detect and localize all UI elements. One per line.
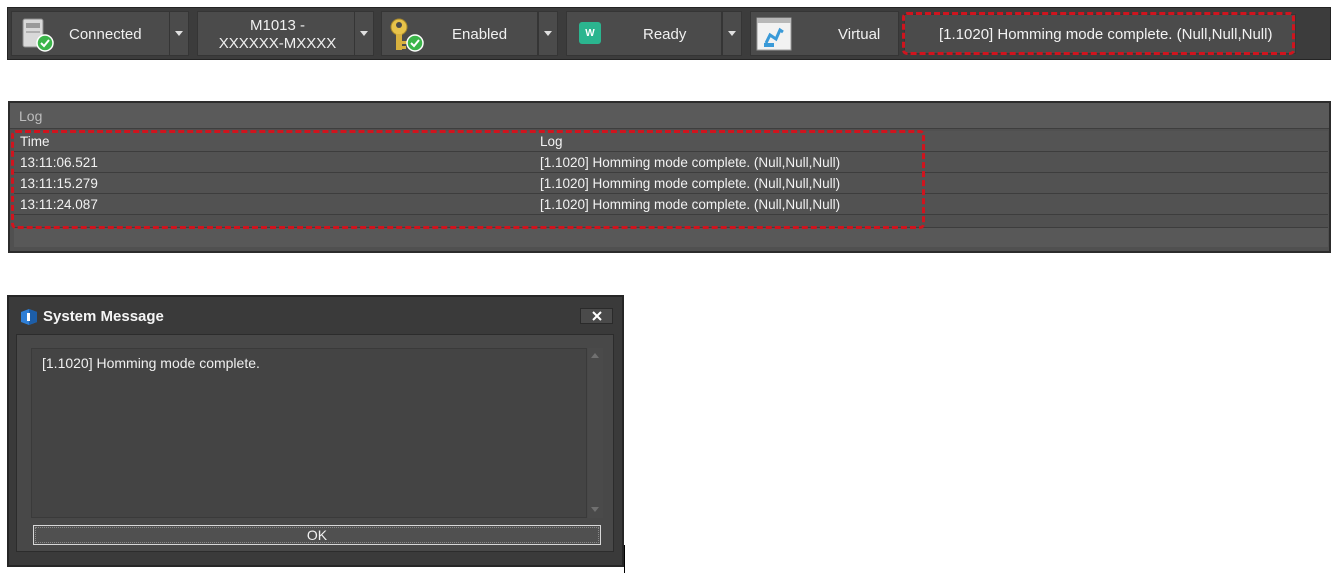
log-panel-title: Log <box>10 103 1329 129</box>
log-panel: Log Time Log 13:11:06.521 [1.1020] Hommi… <box>8 101 1331 253</box>
dialog-title: System Message <box>43 308 164 325</box>
log-time-cell: 13:11:24.087 <box>20 197 98 212</box>
status-message-field[interactable]: [1.1020] Homming mode complete. (Null,Nu… <box>904 14 1296 54</box>
window-edge-line <box>624 545 625 573</box>
virtual-mode-label: Virtual <box>838 26 881 43</box>
key-enabled-icon <box>387 17 425 57</box>
dialog-message-text: [1.1020] Homming mode complete. <box>42 355 260 371</box>
device-name-line1: M1013 - <box>249 17 306 34</box>
chevron-down-icon <box>360 31 368 36</box>
column-header-time[interactable]: Time <box>20 134 50 149</box>
robot-state-dropdown-button[interactable] <box>722 11 742 56</box>
robot-state-label: Ready <box>643 26 687 43</box>
servo-dropdown-button[interactable] <box>538 11 558 56</box>
device-selector-button[interactable]: M1013 - XXXXXX-MXXXX <box>197 11 356 56</box>
watch-badge-letter: W <box>585 27 595 39</box>
connection-dropdown-button[interactable] <box>169 11 189 56</box>
log-message-cell: [1.1020] Homming mode complete. (Null,Nu… <box>540 176 841 191</box>
status-message-text: [1.1020] Homming mode complete. (Null,Nu… <box>939 25 1273 43</box>
chevron-down-icon <box>175 31 183 36</box>
table-row[interactable]: 13:11:06.521 [1.1020] Homming mode compl… <box>14 152 1328 173</box>
table-row[interactable]: 13:11:24.087 [1.1020] Homming mode compl… <box>14 194 1328 215</box>
system-message-dialog: System Message [1.1020] Homming mode com… <box>7 295 624 567</box>
status-toolbar: Connected M1013 - XXXXXX-MXXXX Enabled W… <box>7 7 1331 60</box>
connection-status-label: Connected <box>69 26 142 43</box>
servo-status-label: Enabled <box>452 26 508 43</box>
log-time-cell: 13:11:15.279 <box>20 176 98 191</box>
chevron-down-icon <box>544 31 552 36</box>
column-header-log[interactable]: Log <box>540 134 563 149</box>
dialog-body: [1.1020] Homming mode complete. OK <box>16 334 614 552</box>
chevron-down-icon <box>728 31 736 36</box>
watch-badge-icon: W <box>579 22 601 44</box>
scroll-up-arrow-icon[interactable] <box>591 353 599 358</box>
log-table-header: Time Log <box>14 131 1328 152</box>
ok-button[interactable]: OK <box>33 525 601 545</box>
dialog-scrollbar[interactable] <box>588 348 603 518</box>
robot-window-icon <box>756 17 792 55</box>
device-name-line2: XXXXXX-MXXXX <box>218 35 337 52</box>
close-icon <box>591 311 602 321</box>
server-connected-icon <box>22 18 54 56</box>
device-dropdown-button[interactable] <box>354 11 374 56</box>
servo-enable-button[interactable]: Enabled <box>381 11 538 56</box>
log-message-cell: [1.1020] Homming mode complete. (Null,Nu… <box>540 155 841 170</box>
connection-status-button[interactable]: Connected <box>11 11 171 56</box>
app-logo-icon <box>19 308 39 331</box>
log-table-footer <box>14 227 1328 247</box>
scroll-down-arrow-icon[interactable] <box>591 507 599 512</box>
log-time-cell: 13:11:06.521 <box>20 155 98 170</box>
dialog-message-box[interactable]: [1.1020] Homming mode complete. <box>31 348 587 518</box>
log-table: Time Log 13:11:06.521 [1.1020] Homming m… <box>14 131 1328 215</box>
virtual-mode-button[interactable]: Virtual <box>750 11 899 56</box>
robot-state-button[interactable]: W Ready <box>566 11 722 56</box>
table-row[interactable]: 13:11:15.279 [1.1020] Homming mode compl… <box>14 173 1328 194</box>
dialog-close-button[interactable] <box>580 308 613 324</box>
dialog-title-bar[interactable]: System Message <box>9 297 622 333</box>
log-message-cell: [1.1020] Homming mode complete. (Null,Nu… <box>540 197 841 212</box>
